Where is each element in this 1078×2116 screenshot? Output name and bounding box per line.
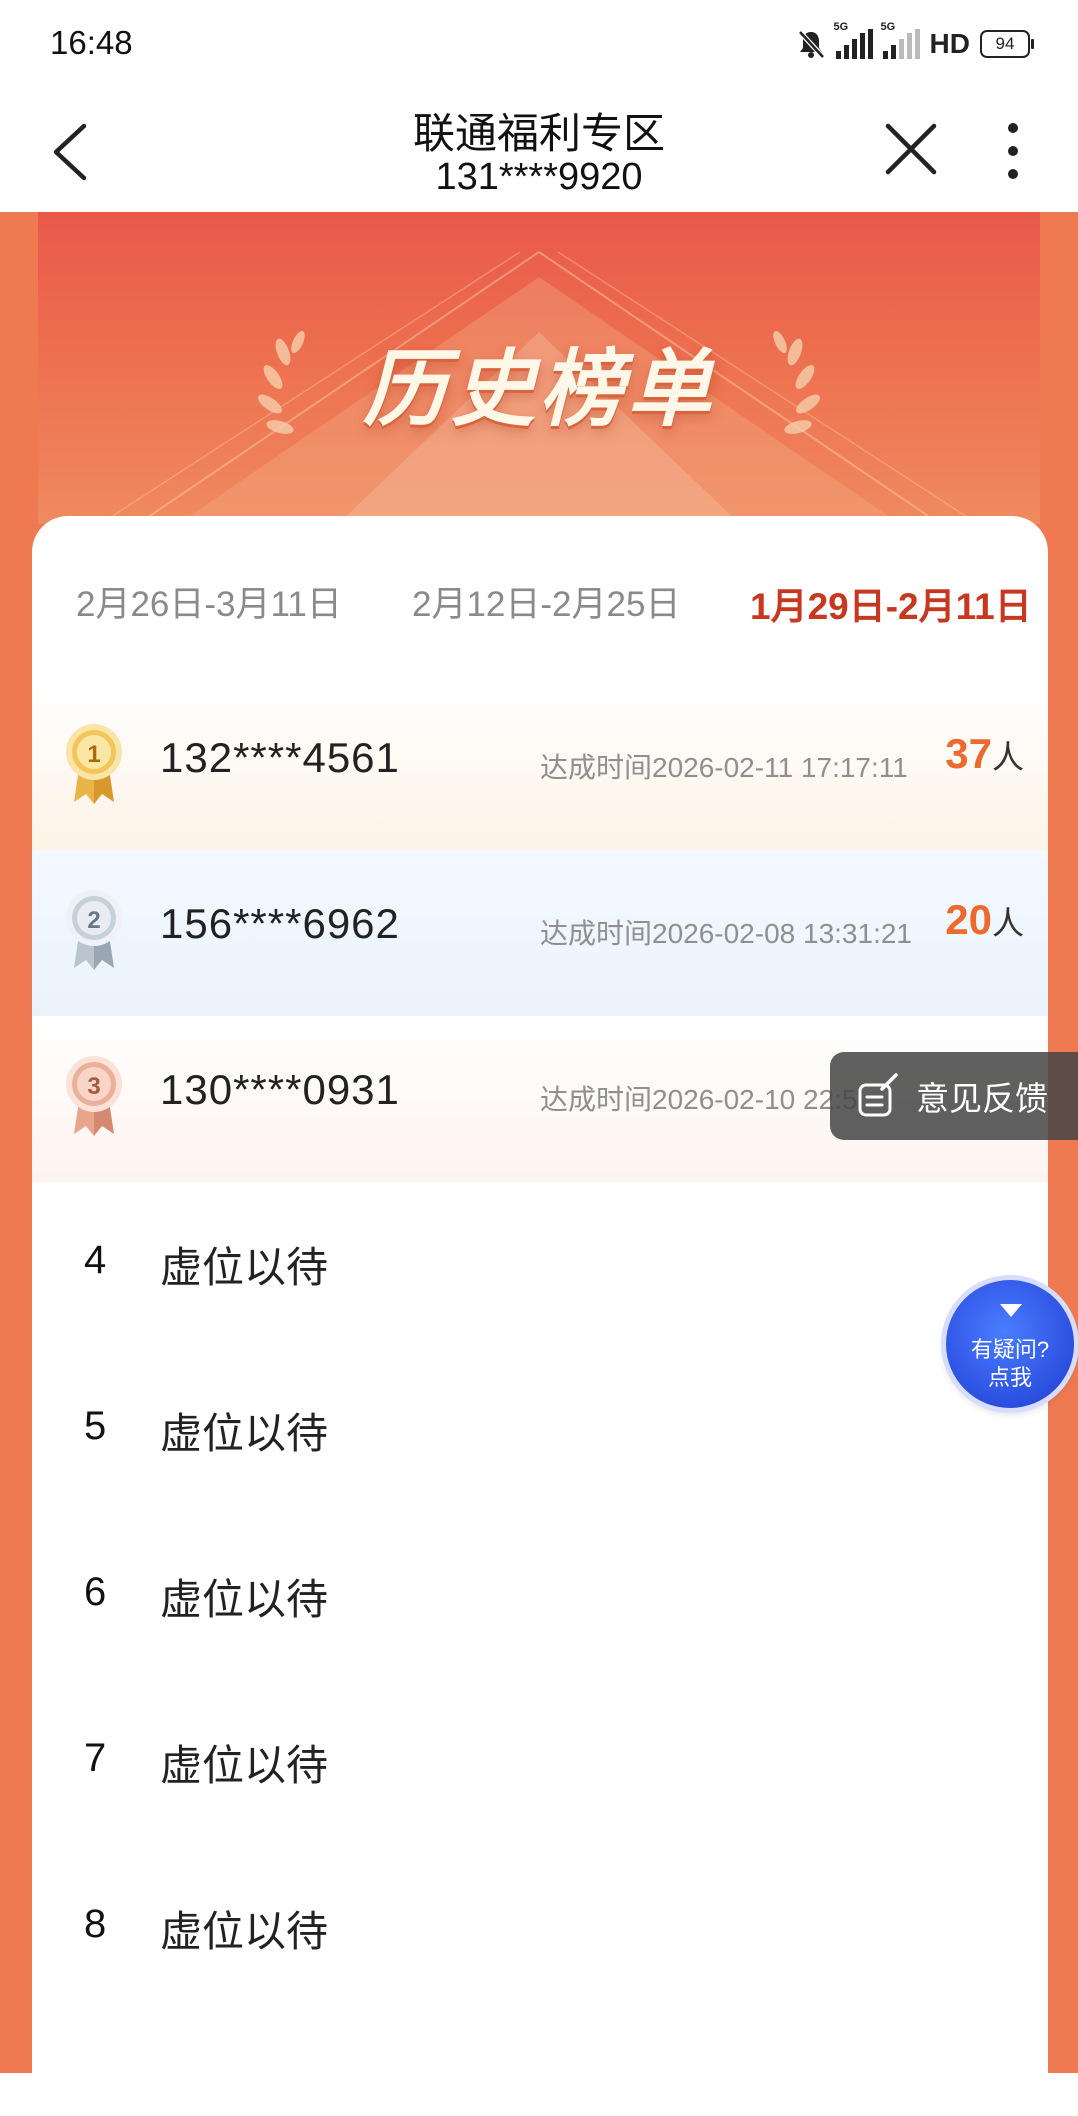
period-tabs: 2月26日-3月11日 2月12日-2月25日 1月29日-2月11日 bbox=[32, 516, 1048, 684]
achieved-time: 达成时间2026-02-11 17:17:11 bbox=[540, 752, 908, 783]
help-label-2: 点我 bbox=[987, 1365, 1032, 1390]
rank-number: 8 bbox=[84, 1902, 107, 1946]
svg-text:3: 3 bbox=[87, 1073, 100, 1100]
help-arrow-icon bbox=[1000, 1304, 1022, 1317]
feedback-label: 意见反馈 bbox=[916, 1080, 1048, 1117]
signal-2-icon: 5G bbox=[881, 21, 920, 59]
leaderboard-row-8: 8 虚位以待 bbox=[32, 1846, 1048, 2012]
invite-count: 37人 bbox=[945, 730, 1024, 777]
leaderboard-row-6: 6 虚位以待 bbox=[32, 1514, 1048, 1680]
achieved-time: 达成时间2026-02-10 22:5 bbox=[540, 1084, 858, 1115]
svg-text:1: 1 bbox=[87, 741, 100, 768]
leaderboard-card: 2月26日-3月11日 2月12日-2月25日 1月29日-2月11日 1 13… bbox=[32, 516, 1048, 2116]
rank-number: 5 bbox=[84, 1404, 107, 1448]
hd-indicator: HD bbox=[929, 28, 970, 59]
placeholder-label: 虚位以待 bbox=[160, 1244, 329, 1291]
medal-1-number: 1 bbox=[87, 741, 100, 768]
header: 联通福利专区 131****9920 bbox=[0, 90, 1078, 212]
help-button[interactable]: 有疑问? 点我 bbox=[946, 1280, 1078, 1412]
banner: 历史榜单 bbox=[38, 212, 1040, 524]
placeholder-label: 虚位以待 bbox=[160, 1576, 329, 1623]
placeholder-label: 虚位以待 bbox=[160, 1908, 329, 1955]
rank-number: 4 bbox=[84, 1238, 107, 1282]
leaderboard-row-4: 4 虚位以待 bbox=[32, 1182, 1048, 1348]
tab-period-2[interactable]: 2月12日-2月25日 bbox=[412, 576, 680, 627]
placeholder-label: 虚位以待 bbox=[160, 1742, 329, 1789]
leaderboard-row-7: 7 虚位以待 bbox=[32, 1680, 1048, 1846]
battery-icon: 94 bbox=[980, 30, 1034, 58]
leaderboard-row-1: 1 132****4561 达成时间2026-02-11 17:17:11 37… bbox=[32, 684, 1048, 850]
tab-period-1[interactable]: 2月26日-3月11日 bbox=[76, 576, 342, 627]
status-time: 16:48 bbox=[50, 24, 133, 61]
medal-2-number: 2 bbox=[87, 907, 100, 934]
close-icon[interactable] bbox=[882, 120, 940, 178]
rank-number: 7 bbox=[84, 1736, 107, 1780]
banner-title: 历史榜单 bbox=[362, 342, 715, 436]
feedback-button[interactable]: 意见反馈 bbox=[830, 1052, 1078, 1140]
edit-note-icon bbox=[858, 1073, 898, 1117]
status-bar: 16:48 5G 5G HD 94 bbox=[0, 0, 1078, 90]
rank-number: 6 bbox=[84, 1570, 107, 1614]
signal-1-icon: 5G bbox=[834, 21, 873, 59]
tab-period-3[interactable]: 1月29日-2月11日 bbox=[750, 576, 1032, 630]
rank-phone: 156****6962 bbox=[160, 900, 400, 947]
mute-bell-icon bbox=[797, 30, 825, 59]
achieved-time: 达成时间2026-02-08 13:31:21 bbox=[540, 918, 912, 949]
rank-phone: 130****0931 bbox=[160, 1066, 400, 1113]
medal-3-number: 3 bbox=[87, 1073, 100, 1100]
more-vertical-icon[interactable] bbox=[998, 120, 1028, 182]
placeholder-label: 虚位以待 bbox=[160, 1410, 329, 1457]
leaderboard-row-2: 2 156****6962 达成时间2026-02-08 13:31:21 20… bbox=[32, 850, 1048, 1016]
status-icons: 5G 5G HD 94 bbox=[796, 21, 1034, 66]
svg-text:2: 2 bbox=[87, 907, 100, 934]
rank-phone: 132****4561 bbox=[160, 734, 400, 781]
page-body: 历史榜单 2月26日-3月11日 2月12日-2月25日 1月29日-2月11日… bbox=[0, 212, 1078, 2116]
invite-count: 20人 bbox=[945, 896, 1024, 943]
leaderboard-row-5: 5 虚位以待 bbox=[32, 1348, 1048, 1514]
